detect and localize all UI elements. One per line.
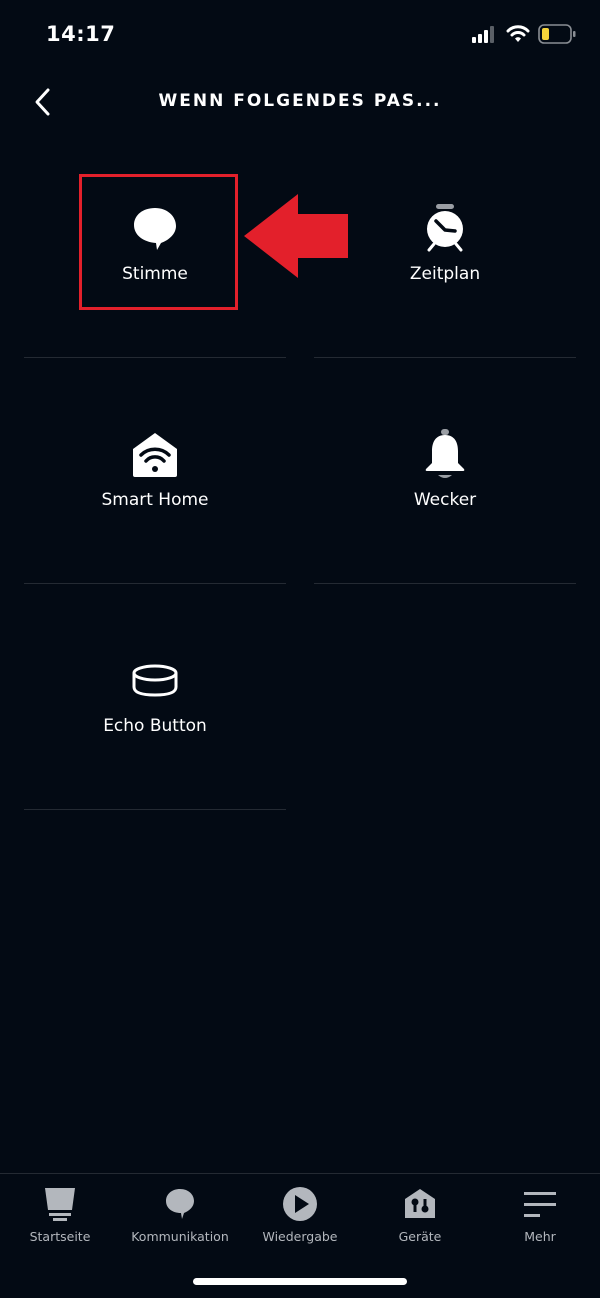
tab-label: Wiedergabe [262,1229,338,1244]
trigger-voice[interactable]: Stimme [24,132,286,358]
tab-startseite[interactable]: Startseite [0,1184,120,1254]
menu-icon [522,1186,558,1222]
trigger-label: Smart Home [101,490,209,510]
status-icons [472,24,576,48]
divider [24,809,286,810]
devices-house-icon [402,1186,438,1222]
home-lamp-icon [42,1186,78,1222]
trigger-label: Wecker [413,490,477,510]
trigger-echo-button[interactable]: Echo Button [24,584,286,810]
trigger-label: Echo Button [103,716,207,736]
trigger-label: Stimme [122,264,188,284]
tab-geraete[interactable]: Geräte [360,1184,480,1254]
status-bar: 14:17 [0,0,600,70]
tab-mehr[interactable]: Mehr [480,1184,600,1254]
wifi-icon [506,25,530,47]
chat-bubble-icon [162,1186,198,1222]
tab-wiedergabe[interactable]: Wiedergabe [240,1184,360,1254]
trigger-schedule[interactable]: Zeitplan [314,132,576,358]
trigger-label: Zeitplan [409,264,481,284]
status-time: 14:17 [46,22,116,46]
echo-button-icon [130,656,180,706]
cellular-signal-icon [472,25,498,47]
tab-label: Geräte [398,1229,442,1244]
trigger-alarm[interactable]: Wecker [314,358,576,584]
tab-label: Mehr [524,1229,556,1244]
trigger-smart-home[interactable]: Smart Home [24,358,286,584]
page-title: WENN FOLGENDES PAS... [158,91,442,111]
tab-label: Kommunikation [131,1229,229,1244]
tab-kommunikation[interactable]: Kommunikation [120,1184,240,1254]
speech-bubble-icon [130,204,180,254]
bell-icon [420,429,470,480]
nav-header: WENN FOLGENDES PAS... [0,78,600,128]
tab-label: Startseite [29,1229,91,1244]
divider [314,583,576,584]
play-icon [282,1186,318,1222]
battery-low-icon [538,24,576,48]
smart-home-icon [130,430,180,480]
home-indicator[interactable] [193,1278,407,1285]
alarm-clock-icon [420,204,470,254]
